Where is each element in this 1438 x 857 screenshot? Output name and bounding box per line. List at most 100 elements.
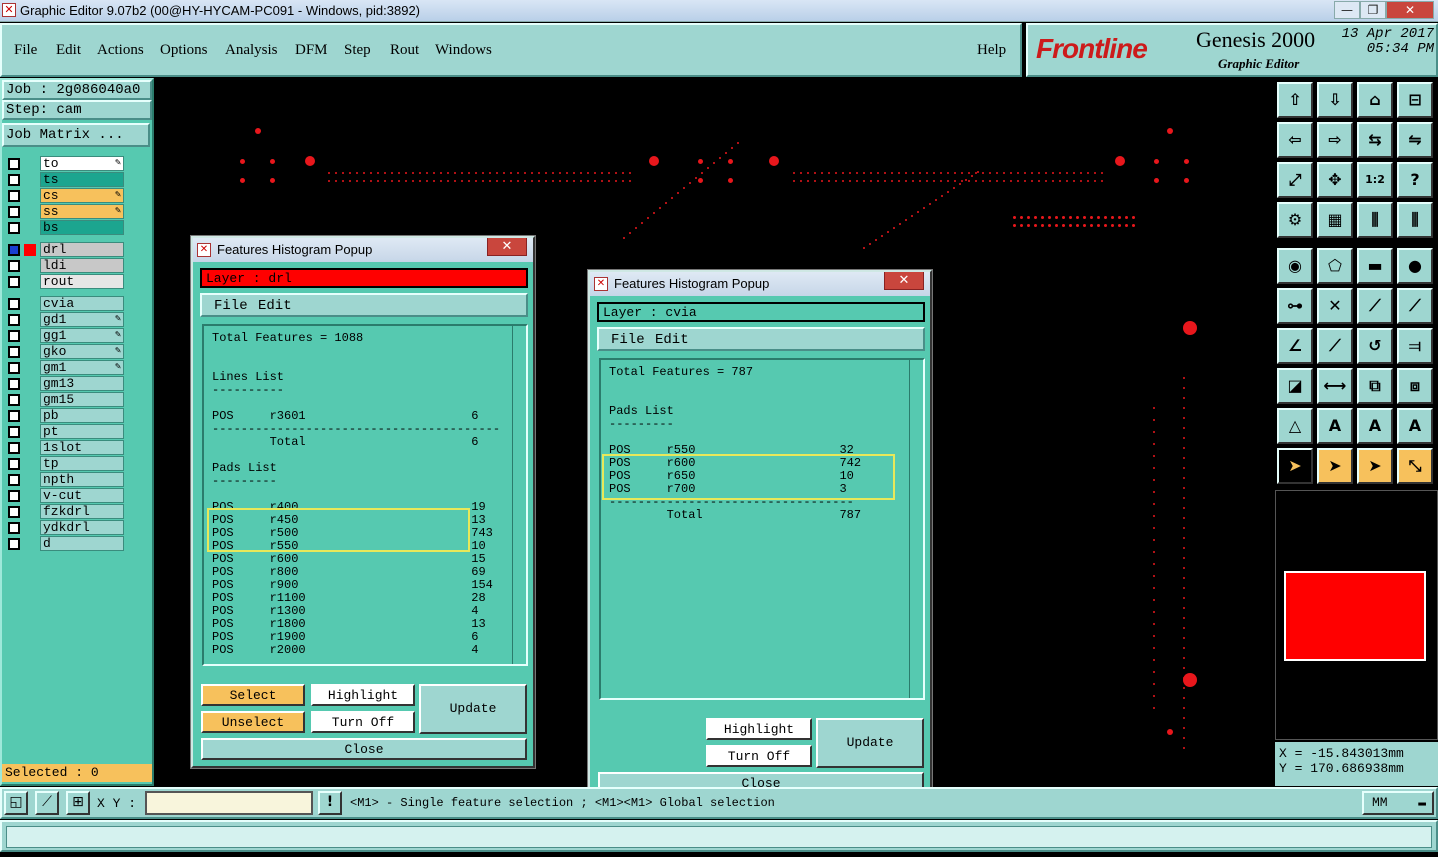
- layer-name[interactable]: tp: [40, 456, 124, 471]
- layer-checkbox[interactable]: [8, 522, 20, 534]
- tool-button[interactable]: ⇨: [1317, 122, 1353, 158]
- layer-name[interactable]: ldi: [40, 258, 124, 273]
- layer-checkbox[interactable]: [8, 222, 20, 234]
- layer-name[interactable]: gd1 ✎: [40, 312, 124, 327]
- layer-row-d[interactable]: d: [4, 536, 124, 552]
- layer-name[interactable]: pb: [40, 408, 124, 423]
- dialog-close-icon[interactable]: ✕: [487, 238, 527, 256]
- layer-name[interactable]: gm15: [40, 392, 124, 407]
- tool-button[interactable]: 1:2: [1357, 162, 1393, 198]
- menu-actions[interactable]: Actions: [97, 42, 144, 59]
- layer-name[interactable]: bs: [40, 220, 124, 235]
- alert-icon[interactable]: !: [318, 791, 342, 815]
- tool-button[interactable]: A: [1317, 408, 1353, 444]
- menu-edit[interactable]: Edit: [56, 42, 81, 59]
- layer-checkbox[interactable]: [8, 506, 20, 518]
- menu-dfm[interactable]: DFM: [295, 42, 328, 59]
- layer-checkbox[interactable]: [8, 276, 20, 288]
- grid-icon[interactable]: ⊞: [66, 791, 90, 815]
- tool-button[interactable]: ⊶: [1277, 288, 1313, 324]
- layer-name[interactable]: ydkdrl: [40, 520, 124, 535]
- layer-checkbox[interactable]: [8, 490, 20, 502]
- tool-button[interactable]: ⟋: [1317, 328, 1353, 364]
- layer-name[interactable]: gko ✎: [40, 344, 124, 359]
- tool-button[interactable]: ⤡: [1397, 448, 1433, 484]
- layer-checkbox[interactable]: [8, 394, 20, 406]
- menu-file[interactable]: File: [14, 42, 37, 59]
- layer-row-drl[interactable]: drl: [4, 242, 124, 258]
- tool-button[interactable]: ▬: [1357, 248, 1393, 284]
- dialog-menu-file[interactable]: File: [611, 332, 645, 348]
- menu-windows[interactable]: Windows: [435, 42, 492, 59]
- layer-row-to[interactable]: to ✎: [4, 156, 124, 172]
- tool-button[interactable]: ⫼: [1397, 202, 1433, 238]
- tool-button[interactable]: △: [1277, 408, 1313, 444]
- layer-row-v-cut[interactable]: v-cut: [4, 488, 124, 504]
- select-button[interactable]: Select: [201, 684, 305, 706]
- layer-name[interactable]: gm1 ✎: [40, 360, 124, 375]
- tool-button[interactable]: ➤: [1277, 448, 1313, 484]
- tool-button[interactable]: ⟋: [1397, 288, 1433, 324]
- menu-analysis[interactable]: Analysis: [225, 42, 278, 59]
- layer-checkbox[interactable]: [8, 330, 20, 342]
- job-matrix-button[interactable]: Job Matrix ...: [2, 123, 150, 147]
- highlight-button[interactable]: Highlight: [311, 684, 415, 706]
- layer-row-ts[interactable]: ts: [4, 172, 124, 188]
- tool-button[interactable]: ◉: [1277, 248, 1313, 284]
- tool-button[interactable]: ⇧: [1277, 82, 1313, 118]
- layer-checkbox[interactable]: [8, 442, 20, 454]
- layer-checkbox[interactable]: [8, 314, 20, 326]
- layer-row-ldi[interactable]: ldi: [4, 258, 124, 274]
- layer-name[interactable]: pt: [40, 424, 124, 439]
- layer-row-cs[interactable]: cs ✎: [4, 188, 124, 204]
- menu-rout[interactable]: Rout: [390, 42, 419, 59]
- tool-button[interactable]: ⇆: [1357, 122, 1393, 158]
- layer-row-bs[interactable]: bs: [4, 220, 124, 236]
- layer-checkbox[interactable]: [8, 260, 20, 272]
- layer-name[interactable]: to ✎: [40, 156, 124, 171]
- tool-button[interactable]: ⟷: [1317, 368, 1353, 404]
- layer-checkbox[interactable]: [8, 298, 20, 310]
- layer-checkbox[interactable]: [8, 346, 20, 358]
- layer-row-fzkdrl[interactable]: fzkdrl: [4, 504, 124, 520]
- tool-button[interactable]: ⫤: [1397, 328, 1433, 364]
- minimize-button[interactable]: —: [1334, 1, 1360, 19]
- layer-name[interactable]: cs ✎: [40, 188, 124, 203]
- layer-checkbox[interactable]: [8, 244, 20, 256]
- layer-name[interactable]: npth: [40, 472, 124, 487]
- layer-row-gm1[interactable]: gm1 ✎: [4, 360, 124, 376]
- layer-checkbox[interactable]: [8, 458, 20, 470]
- update-button[interactable]: Update: [816, 718, 924, 768]
- tool-button[interactable]: ⟋: [1357, 288, 1393, 324]
- dialog-close-icon[interactable]: ✕: [884, 272, 924, 290]
- layer-checkbox[interactable]: [8, 410, 20, 422]
- layer-name[interactable]: v-cut: [40, 488, 124, 503]
- snap-icon[interactable]: ⟋: [35, 791, 59, 815]
- layer-name[interactable]: gm13: [40, 376, 124, 391]
- tool-button[interactable]: ⇋: [1397, 122, 1433, 158]
- layer-name[interactable]: cvia: [40, 296, 124, 311]
- tool-button[interactable]: ◪: [1277, 368, 1313, 404]
- tool-button[interactable]: ⫼: [1357, 202, 1393, 238]
- layer-row-gko[interactable]: gko ✎: [4, 344, 124, 360]
- layer-row-gg1[interactable]: gg1 ✎: [4, 328, 124, 344]
- layer-row-gm15[interactable]: gm15: [4, 392, 124, 408]
- tool-button[interactable]: ⇩: [1317, 82, 1353, 118]
- dialog-menu-edit[interactable]: Edit: [258, 298, 292, 314]
- dialog-menu-edit[interactable]: Edit: [655, 332, 689, 348]
- layer-checkbox[interactable]: [8, 426, 20, 438]
- layer-checkbox[interactable]: [8, 190, 20, 202]
- menu-step[interactable]: Step: [344, 42, 371, 59]
- tool-button[interactable]: ⬠: [1317, 248, 1353, 284]
- layer-name[interactable]: ss ✎: [40, 204, 124, 219]
- tool-button[interactable]: ⇦: [1277, 122, 1313, 158]
- turn-off-button[interactable]: Turn Off: [311, 711, 415, 733]
- layer-name[interactable]: ts: [40, 172, 124, 187]
- layer-row-1slot[interactable]: 1slot: [4, 440, 124, 456]
- layer-checkbox[interactable]: [8, 158, 20, 170]
- tool-button[interactable]: A: [1397, 408, 1433, 444]
- tool-button[interactable]: ⚙: [1277, 202, 1313, 238]
- layer-row-ss[interactable]: ss ✎: [4, 204, 124, 220]
- vertical-scrollbar[interactable]: [512, 326, 526, 664]
- tool-button[interactable]: A: [1357, 408, 1393, 444]
